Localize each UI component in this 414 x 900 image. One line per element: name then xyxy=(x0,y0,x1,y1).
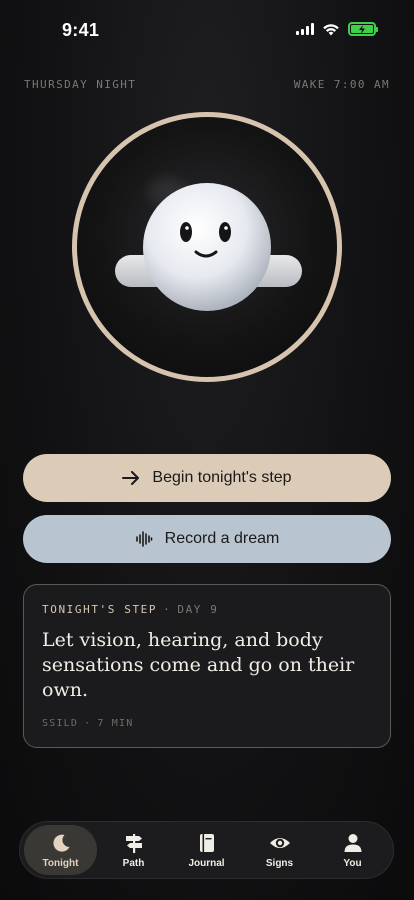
eye-icon xyxy=(269,837,290,848)
moon-icon xyxy=(52,834,69,852)
header-row: THURSDAY NIGHT WAKE 7:00 AM xyxy=(24,78,390,91)
tab-you[interactable]: You xyxy=(316,825,389,875)
card-eyebrow-title: TONIGHT'S STEP xyxy=(42,603,158,616)
record-dream-button[interactable]: Record a dream xyxy=(23,515,391,563)
tab-tonight-label: Tonight xyxy=(42,857,79,869)
card-eyebrow-separator: · xyxy=(163,603,172,616)
record-dream-label: Record a dream xyxy=(164,530,280,547)
battery-icon xyxy=(348,22,378,36)
arrow-right-icon xyxy=(122,471,140,485)
technique-label: SSILD xyxy=(42,718,79,729)
card-day-label: DAY 9 xyxy=(177,603,219,616)
night-label: THURSDAY NIGHT xyxy=(24,78,137,91)
meta-separator: · xyxy=(84,718,92,729)
tab-you-label: You xyxy=(343,857,362,869)
signpost-icon xyxy=(125,833,142,853)
charging-bolt-icon xyxy=(359,24,365,34)
tonights-step-card[interactable]: TONIGHT'S STEP · DAY 9 Let vision, heari… xyxy=(23,584,391,748)
card-meta: SSILD · 7 MIN xyxy=(42,718,133,729)
tab-journal-label: Journal xyxy=(188,857,225,869)
tab-tonight[interactable]: Tonight xyxy=(24,825,97,875)
wake-time-label[interactable]: WAKE 7:00 AM xyxy=(294,78,390,91)
status-icons xyxy=(296,22,378,36)
card-eyebrow: TONIGHT'S STEP · DAY 9 xyxy=(42,603,372,616)
waveform-icon xyxy=(135,531,152,547)
tab-journal[interactable]: Journal xyxy=(170,825,243,875)
tab-path-label: Path xyxy=(122,857,145,869)
wifi-icon xyxy=(323,23,339,35)
cellular-signal-icon xyxy=(296,23,314,35)
status-bar: 9:41 xyxy=(0,0,414,60)
book-icon xyxy=(199,833,214,852)
tab-path[interactable]: Path xyxy=(97,825,170,875)
card-instruction: Let vision, hearing, and body sensations… xyxy=(42,629,355,701)
begin-step-button[interactable]: Begin tonight's step xyxy=(23,454,391,502)
duration-label: 7 MIN xyxy=(97,718,134,729)
begin-step-label: Begin tonight's step xyxy=(152,469,292,486)
ghost-mascot-icon xyxy=(115,183,302,311)
tab-signs-label: Signs xyxy=(265,857,294,869)
person-icon xyxy=(344,833,361,852)
tab-signs[interactable]: Signs xyxy=(243,825,316,875)
status-time: 9:41 xyxy=(62,20,100,40)
dream-orb[interactable] xyxy=(72,112,342,382)
tab-bar: Tonight Path Journal Signs You xyxy=(19,821,394,879)
